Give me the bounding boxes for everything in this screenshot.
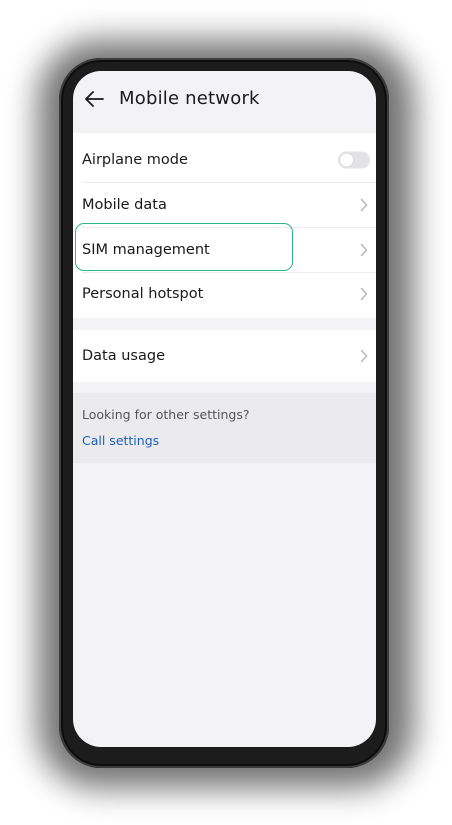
other-settings-prompt: Looking for other settings? xyxy=(82,407,250,422)
stage: Mobile network Airplane mode Mobile data… xyxy=(0,0,452,825)
personal-hotspot-row[interactable]: Personal hotspot xyxy=(73,272,376,316)
chevron-right-icon xyxy=(360,287,368,301)
call-settings-link[interactable]: Call settings xyxy=(82,433,159,448)
settings-card: Airplane mode Mobile data SIM management xyxy=(73,133,376,318)
airplane-mode-label: Airplane mode xyxy=(82,152,188,168)
sim-management-label: SIM management xyxy=(82,242,210,258)
chevron-right-icon xyxy=(360,349,368,363)
mobile-data-row[interactable]: Mobile data xyxy=(73,183,376,227)
other-settings-panel: Looking for other settings? Call setting… xyxy=(73,393,376,463)
arrow-left-icon[interactable] xyxy=(83,88,105,110)
page-title: Mobile network xyxy=(119,88,260,109)
airplane-mode-row[interactable]: Airplane mode xyxy=(73,138,376,182)
chevron-right-icon xyxy=(360,243,368,257)
sim-management-row[interactable]: SIM management xyxy=(73,228,376,272)
chevron-right-icon xyxy=(360,198,368,212)
data-usage-row[interactable]: Data usage xyxy=(73,334,376,378)
data-usage-label: Data usage xyxy=(82,348,165,364)
mobile-data-label: Mobile data xyxy=(82,197,167,213)
airplane-mode-toggle[interactable] xyxy=(338,151,370,169)
personal-hotspot-label: Personal hotspot xyxy=(82,286,204,302)
toggle-knob xyxy=(340,153,353,167)
data-usage-card: Data usage xyxy=(73,330,376,382)
phone-screen: Mobile network Airplane mode Mobile data… xyxy=(73,71,376,747)
header-bar: Mobile network xyxy=(73,71,376,131)
